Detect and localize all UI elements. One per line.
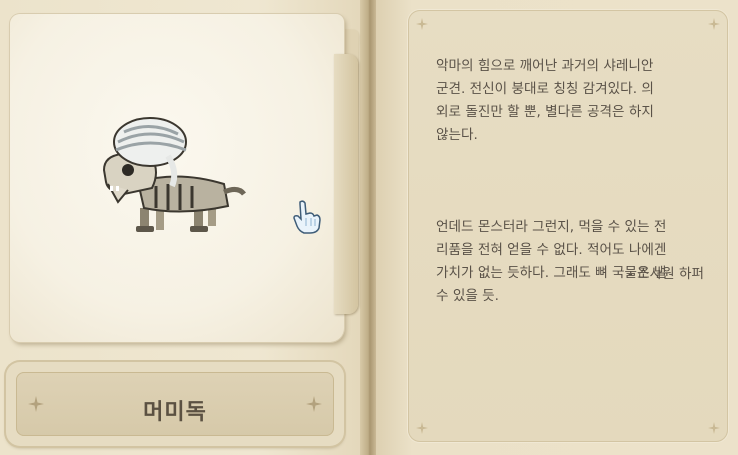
mummy-dog-sprite[interactable] bbox=[98, 112, 248, 242]
four-point-star-icon bbox=[416, 422, 428, 434]
description-panel: 악마의 힘으로 깨어난 과거의 샤레니안 군견. 전신이 붕대로 칭칭 감겨있다… bbox=[408, 10, 728, 442]
tooth bbox=[110, 186, 113, 191]
tail bbox=[223, 186, 246, 196]
four-point-star-icon bbox=[708, 18, 720, 30]
glove-pointer-cursor-icon bbox=[293, 200, 321, 234]
eye-socket bbox=[122, 164, 134, 176]
leg-front-right bbox=[156, 210, 164, 230]
description-paragraph-1: 악마의 힘으로 깨어난 과거의 샤레니안 군견. 전신이 붕대로 칭칭 감겨있다… bbox=[436, 58, 654, 143]
card-curl bbox=[334, 54, 358, 314]
name-plate: 머미독 bbox=[6, 362, 344, 446]
tooth bbox=[116, 186, 119, 191]
four-point-star-icon bbox=[708, 422, 720, 434]
paw bbox=[136, 226, 154, 232]
four-point-star-icon bbox=[416, 18, 428, 30]
name-plate-inner: 머미독 bbox=[16, 372, 334, 436]
signature: - 조사원 하퍼 bbox=[627, 266, 704, 282]
paw bbox=[190, 226, 208, 232]
four-point-star-icon bbox=[306, 396, 322, 412]
description-text: 악마의 힘으로 깨어난 과거의 샤레니안 군견. 전신이 붕대로 칭칭 감겨있다… bbox=[436, 32, 708, 331]
monster-name: 머미독 bbox=[143, 400, 207, 425]
